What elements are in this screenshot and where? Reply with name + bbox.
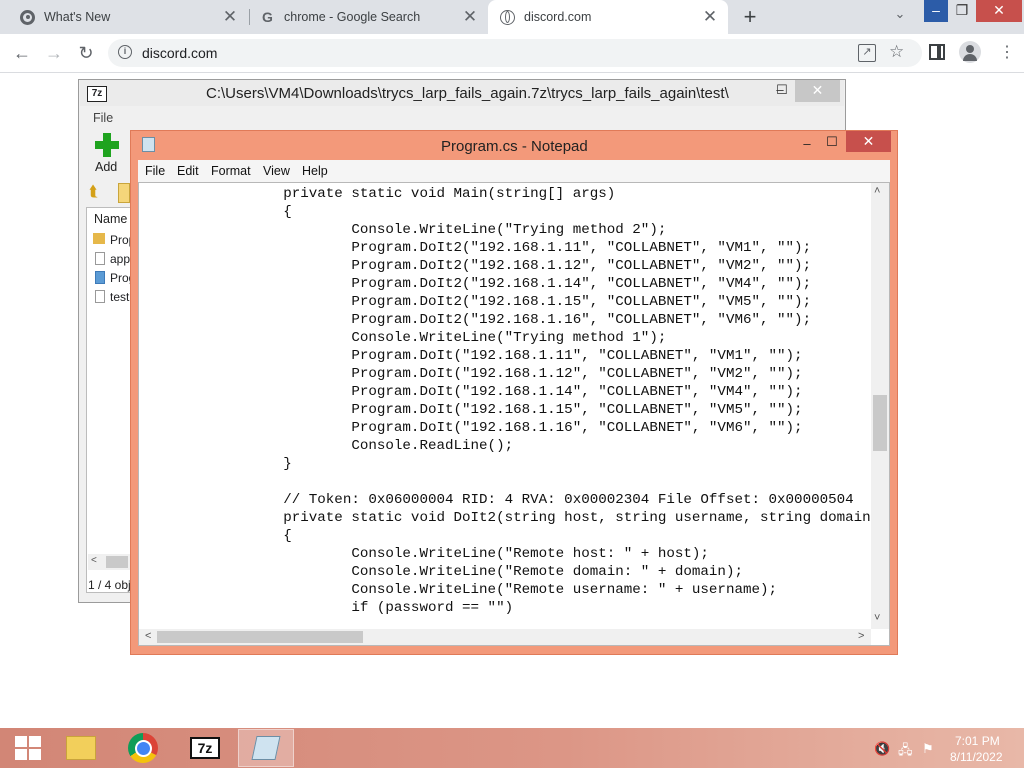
notepad-icon — [251, 736, 281, 760]
tab-title: What's New — [44, 10, 111, 24]
close-window-button[interactable]: ✕ — [846, 131, 891, 152]
tab-whats-new[interactable]: What's New ✕ — [8, 0, 248, 34]
url-text[interactable]: discord.com — [142, 45, 217, 61]
restore-button[interactable]: ❐ — [949, 0, 975, 22]
list-header-name[interactable]: Name — [94, 212, 127, 226]
status-bar: 1 / 4 obj — [88, 578, 131, 592]
bookmark-star-icon[interactable]: ☆ — [889, 42, 904, 62]
csharp-file-icon — [95, 271, 105, 284]
back-icon[interactable]: ← — [9, 40, 35, 66]
clock-time[interactable]: 7:01 PM — [955, 734, 1000, 748]
7zip-icon: 7z — [87, 86, 107, 102]
forward-icon[interactable]: → — [41, 40, 67, 66]
clock-date[interactable]: 8/11/2022 — [950, 750, 1003, 764]
7zip-icon: 7z — [190, 737, 220, 759]
restore-button[interactable]: ☐ — [770, 82, 794, 98]
list-item[interactable]: app — [110, 252, 130, 266]
action-center-icon[interactable]: ⚑ — [922, 741, 934, 757]
horizontal-scrollbar[interactable]: < — [88, 554, 130, 570]
menu-file[interactable]: File — [93, 111, 113, 125]
scroll-thumb[interactable] — [106, 556, 128, 568]
speaker-muted-icon[interactable]: 🔇 — [874, 741, 890, 757]
code-text[interactable]: private static void Main(string[] args) … — [139, 183, 889, 617]
folder-icon — [66, 736, 96, 760]
menu-dots-icon[interactable]: ⋮ — [999, 42, 1015, 62]
site-info-icon[interactable]: i — [118, 45, 132, 59]
notepad-taskbar-button[interactable] — [238, 729, 294, 767]
scroll-left-icon[interactable]: < — [91, 555, 97, 566]
sevenzip-title: C:\Users\VM4\Downloads\trycs_larp_fails_… — [206, 85, 729, 102]
folder-up-icon[interactable]: ⮬ — [89, 183, 109, 203]
new-tab-button[interactable]: + — [738, 4, 762, 30]
windows-logo-icon — [15, 736, 41, 760]
profile-avatar[interactable] — [959, 41, 981, 63]
notepad-icon — [142, 137, 155, 152]
close-window-button[interactable]: ✕ — [976, 0, 1022, 22]
menu-file[interactable]: File — [145, 164, 165, 178]
notepad-title: Program.cs - Notepad — [441, 138, 588, 155]
scroll-down-icon[interactable]: ˅ — [874, 612, 880, 624]
folder-icon — [93, 233, 105, 244]
google-icon: G — [262, 9, 273, 25]
chrome-taskbar-button[interactable] — [115, 729, 171, 767]
close-icon[interactable]: ✕ — [702, 7, 718, 27]
tab-search-chevron-icon[interactable]: ⌄ — [890, 6, 910, 26]
tab-title: discord.com — [524, 10, 592, 24]
menu-help[interactable]: Help — [302, 164, 328, 178]
minimize-button[interactable]: – — [796, 136, 818, 151]
close-window-button[interactable]: ✕ — [795, 80, 840, 102]
share-icon[interactable]: ↗ — [858, 44, 876, 62]
file-icon — [95, 290, 105, 303]
notepad-text-area[interactable]: private static void Main(string[] args) … — [138, 182, 890, 646]
file-icon — [95, 252, 105, 265]
maximize-button[interactable]: ☐ — [820, 134, 844, 150]
list-item[interactable]: test — [110, 290, 129, 304]
minimize-button[interactable]: – — [924, 0, 948, 22]
tab-discord[interactable]: discord.com ✕ — [488, 0, 728, 34]
address-bar[interactable] — [108, 39, 922, 67]
scroll-left-icon[interactable]: < — [145, 630, 151, 642]
tab-title: chrome - Google Search — [284, 10, 421, 24]
path-folder-icon — [118, 183, 130, 203]
close-icon[interactable]: ✕ — [462, 7, 478, 27]
chrome-icon — [128, 733, 158, 763]
scroll-right-icon[interactable]: > — [858, 630, 864, 642]
sevenzip-taskbar-button[interactable]: 7z — [177, 729, 233, 767]
add-button-label[interactable]: Add — [95, 160, 117, 174]
scroll-up-icon[interactable]: ˄ — [874, 185, 880, 197]
add-icon[interactable] — [95, 133, 119, 157]
menu-view[interactable]: View — [263, 164, 290, 178]
close-icon[interactable]: ✕ — [222, 7, 238, 27]
file-explorer-taskbar-button[interactable] — [53, 729, 109, 767]
side-panel-icon[interactable] — [929, 44, 945, 60]
vertical-scroll-thumb[interactable] — [873, 395, 887, 451]
globe-icon — [500, 9, 515, 25]
tab-google-search[interactable]: G chrome - Google Search ✕ — [248, 0, 488, 34]
network-icon[interactable]: 🖧 — [898, 741, 913, 763]
horizontal-scroll-thumb[interactable] — [157, 631, 363, 643]
chrome-icon — [20, 9, 35, 25]
reload-icon[interactable]: ↻ — [73, 40, 99, 66]
start-button[interactable] — [0, 729, 56, 767]
menu-format[interactable]: Format — [211, 164, 251, 178]
menu-edit[interactable]: Edit — [177, 164, 199, 178]
